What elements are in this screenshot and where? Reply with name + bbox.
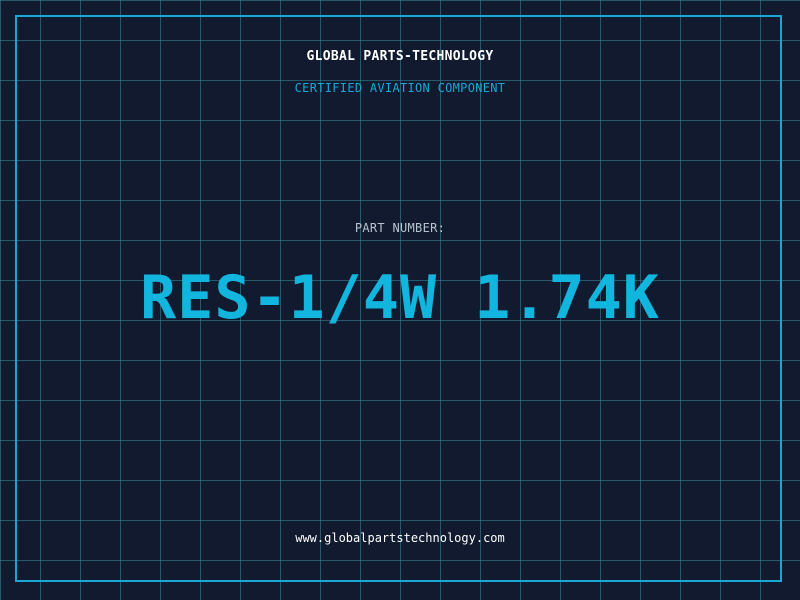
website-url: www.globalpartstechnology.com <box>295 531 505 545</box>
part-number-label: PART NUMBER: <box>354 221 446 235</box>
part-number-value: RES-1/4W 1.74K <box>140 263 660 333</box>
part-label-card: GLOBAL PARTS-TECHNOLOGY CERTIFIED AVIATI… <box>0 0 800 600</box>
company-name: GLOBAL PARTS-TECHNOLOGY <box>306 49 494 64</box>
certification-subtitle: CERTIFIED AVIATION COMPONENT <box>294 81 506 95</box>
